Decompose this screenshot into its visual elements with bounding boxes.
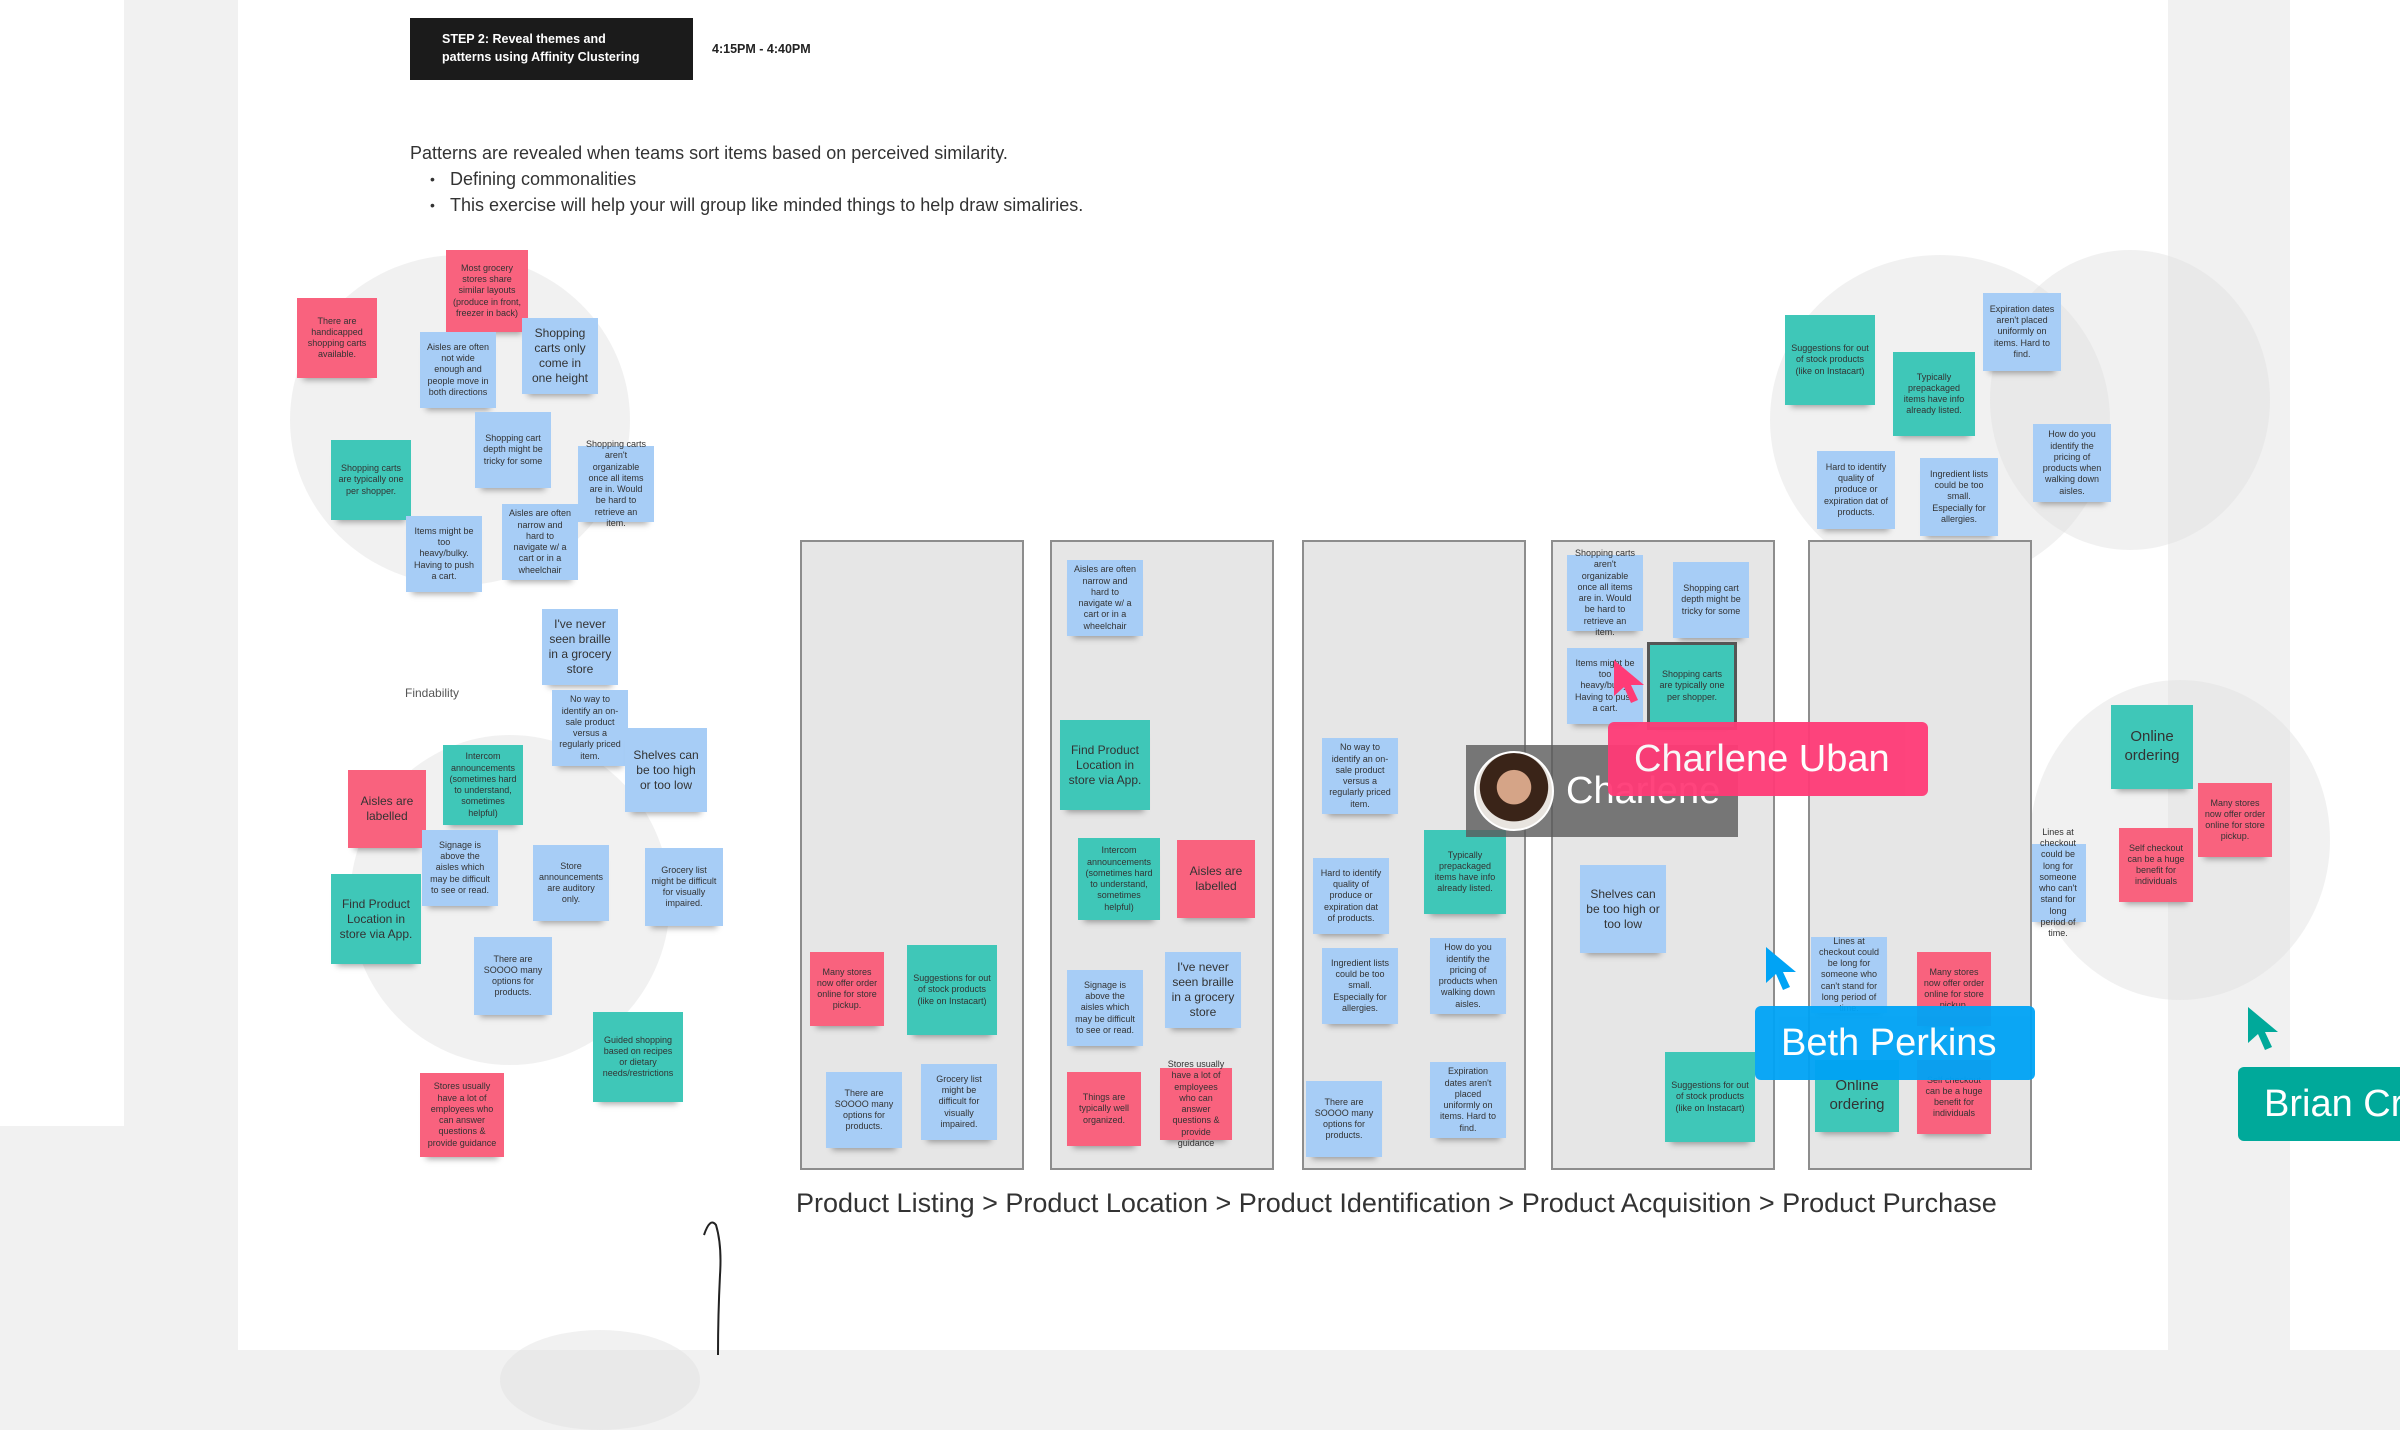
sticky-note[interactable]: Many stores now offer order online for s… [810,952,884,1026]
sticky-note[interactable]: Expiration dates aren't placed uniformly… [1430,1062,1506,1138]
sticky-note[interactable]: Aisles are often narrow and hard to navi… [502,504,578,580]
time-range: 4:15PM - 4:40PM [712,42,811,56]
sticky-note[interactable]: There are SOOOO many options for product… [826,1072,902,1148]
sticky-note[interactable]: No way to identify an on-sale product ve… [552,690,628,766]
sticky-note[interactable]: Stores usually have a lot of employees w… [1160,1059,1232,1148]
cursor-label-beth-perkins: Beth Perkins [1755,1006,2035,1080]
sticky-note[interactable]: How do you identify the pricing of produ… [2033,424,2111,502]
sticky-note[interactable]: Stores usually have a lot of employees w… [420,1073,504,1157]
sticky-note[interactable]: Intercom announcements (sometimes hard t… [1078,838,1160,920]
sticky-note[interactable]: Shopping carts are typically one per sho… [331,440,411,520]
freehand-drawing[interactable] [700,1215,730,1355]
cursor-name: Beth Perkins [1781,1021,1997,1064]
sticky-note[interactable]: Suggestions for out of stock products (l… [907,945,997,1035]
sticky-note[interactable]: There are handicapped shopping carts ava… [297,298,377,378]
sticky-note[interactable]: Shopping carts only come in one height [522,318,598,394]
sticky-note[interactable]: Ingredient lists could be too small. Esp… [1322,948,1398,1024]
sticky-note[interactable]: Grocery list might be difficult for visu… [921,1064,997,1140]
sticky-note[interactable]: Shelves can be too high or too low [625,728,707,812]
step-title-box[interactable]: STEP 2: Reveal themes and patterns using… [410,18,693,80]
intro-bullet: This exercise will help your will group … [430,192,1083,218]
sticky-note[interactable]: Lines at checkout could be long for some… [1811,936,1887,1013]
sticky-note[interactable]: Find Product Location in store via App. [331,874,421,964]
sticky-note[interactable]: Typically prepackaged items have info al… [1424,830,1506,914]
sticky-note[interactable]: Find Product Location in store via App. [1060,720,1150,810]
cursor-name: Charlene Uban [1634,737,1890,780]
sticky-note[interactable]: Online ordering [2111,705,2193,789]
sticky-note[interactable]: Hard to identify quality of produce or e… [1817,451,1895,529]
sticky-note[interactable]: There are SOOOO many options for product… [474,937,552,1015]
intro-text-block[interactable]: Patterns are revealed when teams sort it… [410,140,1083,218]
sticky-note[interactable]: Suggestions for out of stock products (l… [1785,315,1875,405]
sticky-note[interactable]: Items might be too heavy/bulky. Having t… [406,516,482,592]
sticky-note[interactable]: No way to identify an on-sale product ve… [1322,738,1398,814]
sticky-note[interactable]: Signage is above the aisles which may be… [422,830,498,906]
cursor-pointer-icon [2248,1007,2278,1050]
cluster-label-findability: Findability [405,686,460,700]
sticky-note[interactable]: Aisles are often narrow and hard to navi… [1067,560,1143,636]
intro-text: Patterns are revealed when teams sort it… [410,143,1008,163]
sticky-note[interactable]: Shopping cart depth might be tricky for … [1673,562,1749,638]
sticky-note-selected[interactable]: Shopping carts are typically one per sho… [1647,642,1737,730]
cluster-circle [500,1330,700,1430]
sticky-note[interactable]: Shopping carts aren't organizable once a… [578,439,654,528]
canvas-background-right [2290,0,2400,1350]
sticky-note[interactable]: Suggestions for out of stock products (l… [1665,1052,1755,1142]
canvas-background-left [0,0,124,1126]
sticky-note[interactable]: Store announcements are auditory only. [533,845,609,921]
sticky-note[interactable]: Aisles are often not wide enough and peo… [420,332,496,408]
sticky-note[interactable]: Lines at checkout could be long for some… [2030,827,2086,938]
sticky-note[interactable]: Grocery list might be difficult for visu… [645,848,723,926]
sticky-note[interactable]: I've never seen braille in a grocery sto… [542,609,618,685]
sticky-note[interactable]: How do you identify the pricing of produ… [1430,938,1506,1014]
sticky-note[interactable]: Shelves can be too high or too low [1580,865,1666,953]
cursor-pointer-icon [1614,660,1644,703]
intro-bullet: Defining commonalities [430,166,1083,192]
sticky-note[interactable]: Most grocery stores share similar layout… [446,250,528,332]
sticky-note[interactable]: There are SOOOO many options for product… [1306,1081,1382,1157]
cursor-label-charlene-uban: Charlene Uban [1608,722,1928,796]
sticky-note[interactable]: Aisles are labelled [348,770,426,848]
sticky-note[interactable]: Shopping carts aren't organizable once a… [1567,548,1643,637]
sticky-note[interactable]: Many stores now offer order online for s… [2198,783,2272,857]
sticky-note[interactable]: Expiration dates aren't placed uniformly… [1983,293,2061,371]
sticky-note[interactable]: Typically prepackaged items have info al… [1893,352,1975,436]
sticky-note[interactable]: Ingredient lists could be too small. Esp… [1920,458,1998,536]
sticky-note[interactable]: Signage is above the aisles which may be… [1067,970,1143,1046]
sticky-note[interactable]: Hard to identify quality of produce or e… [1313,858,1389,934]
step-title-line2: patterns using Affinity Clustering [442,50,640,64]
cursor-label-brian: Brian Cr [2238,1067,2400,1141]
sticky-note[interactable]: Aisles are labelled [1177,840,1255,918]
sticky-note[interactable]: Intercom announcements (sometimes hard t… [443,745,523,825]
cursor-name: Brian Cr [2264,1082,2400,1125]
sticky-note[interactable]: I've never seen braille in a grocery sto… [1165,952,1241,1028]
sticky-note[interactable]: Self checkout can be a huge benefit for … [2119,828,2193,902]
canvas-background-strip-right [2168,0,2290,1350]
cursor-pointer-icon [1766,947,1796,990]
sticky-note[interactable]: Shopping cart depth might be tricky for … [475,412,551,488]
canvas-background-strip-left [124,0,238,1350]
journey-flow-label: Product Listing > Product Location > Pro… [796,1188,1997,1218]
sticky-note[interactable]: Guided shopping based on recipes or diet… [593,1012,683,1102]
sticky-note[interactable]: Things are typically well organized. [1067,1072,1141,1146]
step-title-line1: STEP 2: Reveal themes and [442,32,606,46]
avatar [1474,751,1554,831]
